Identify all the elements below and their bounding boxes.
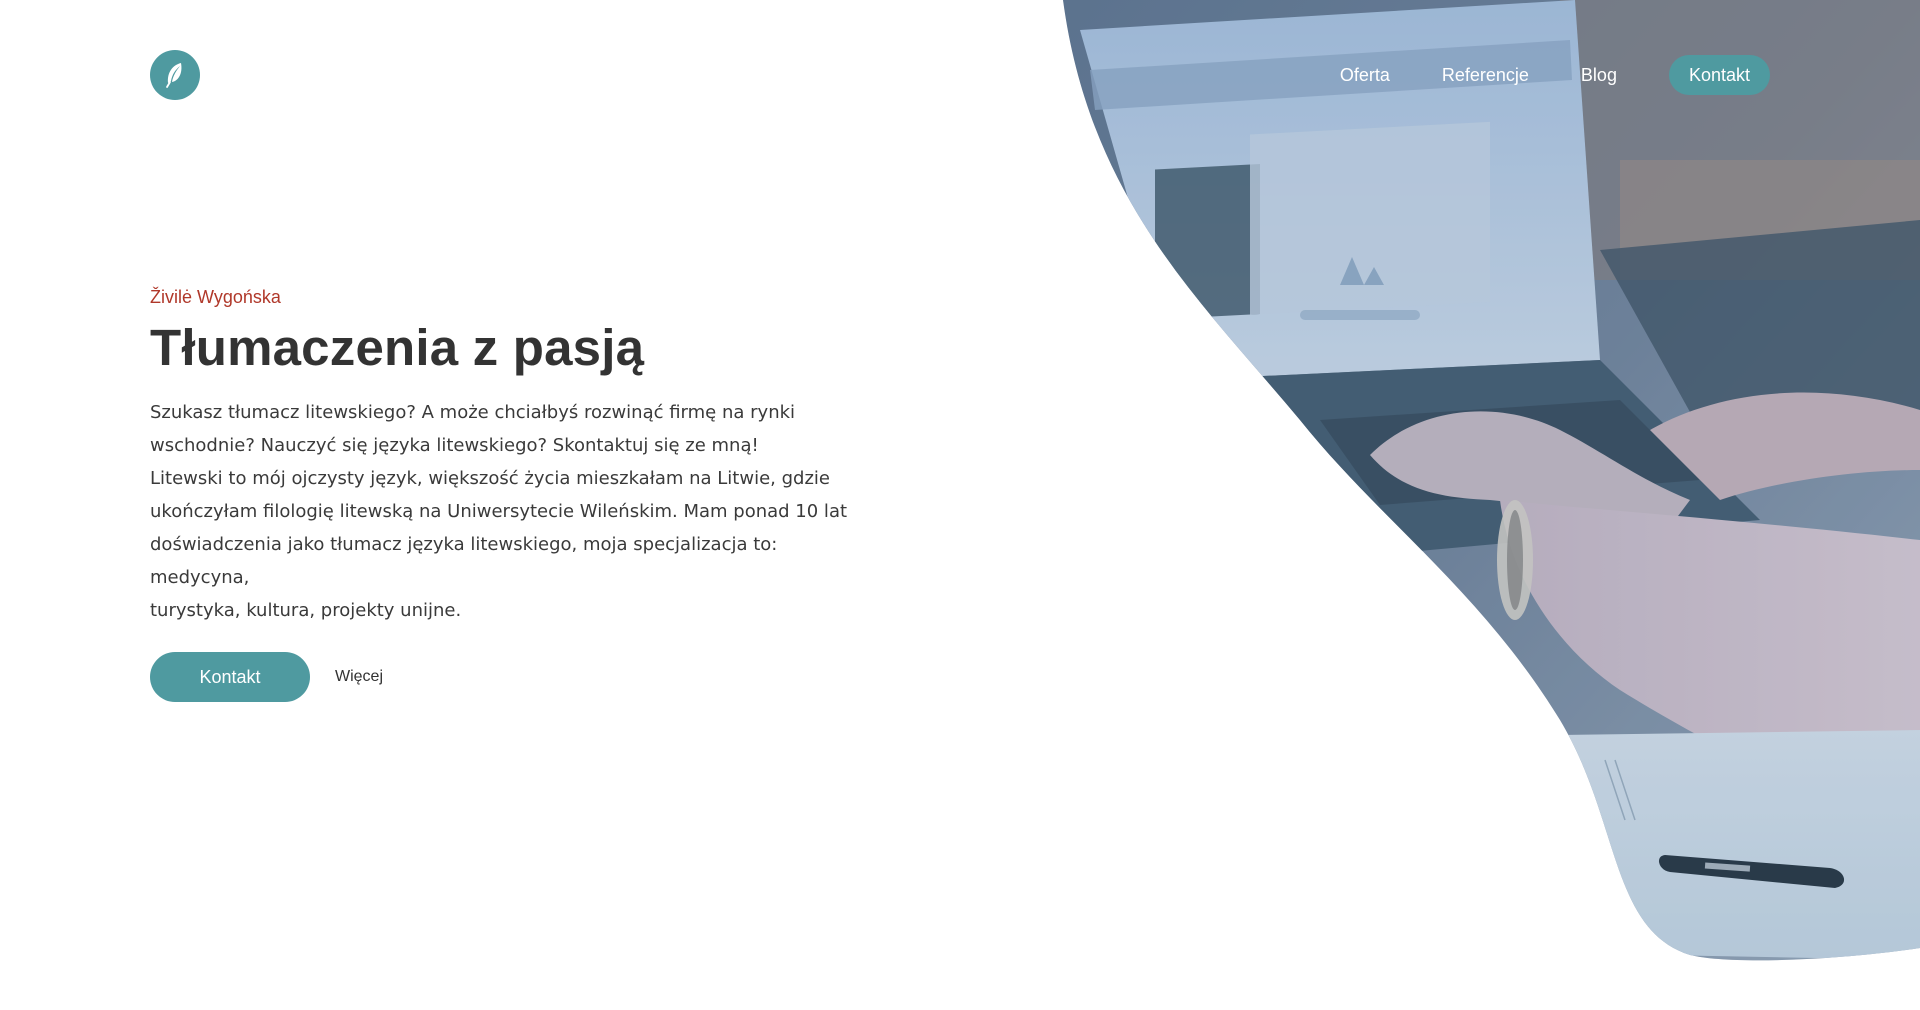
nav-item-blog[interactable]: Blog: [1581, 55, 1617, 95]
intro-line: wschodnie? Nauczyć się języka litewskieg…: [150, 435, 759, 456]
nav-contact-button[interactable]: Kontakt: [1668, 55, 1770, 95]
hero-actions: Kontakt Więcej: [150, 652, 383, 702]
intro-line: doświadczenia jako tłumacz języka litews…: [150, 534, 778, 588]
main-nav: Oferta Referencje Blog Kontakt: [1340, 55, 1770, 95]
nav-item-oferta[interactable]: Oferta: [1340, 55, 1390, 95]
author-name: Živilė Wygońska: [150, 287, 281, 307]
feather-icon: [166, 63, 182, 88]
intro-line: ukończyłam filologię litewską na Uniwers…: [150, 501, 848, 522]
page-title: Tłumaczenia z pasją: [150, 319, 645, 376]
intro-line: turystyka, kultura, projekty unijne.: [150, 600, 462, 621]
intro-line: Szukasz tłumacz litewskiego? A może chci…: [150, 402, 796, 423]
intro-line: Litewski to mój ojczysty język, większoś…: [150, 468, 830, 489]
more-link[interactable]: Więcej: [335, 668, 383, 686]
nav-item-referencje[interactable]: Referencje: [1442, 55, 1529, 95]
logo[interactable]: [150, 50, 200, 100]
intro-paragraph: Szukasz tłumacz litewskiego? A może chci…: [150, 396, 870, 627]
contact-button[interactable]: Kontakt: [150, 652, 310, 702]
hero-section: Živilė Wygońska Tłumaczenia z pasją Szuk…: [150, 287, 870, 627]
